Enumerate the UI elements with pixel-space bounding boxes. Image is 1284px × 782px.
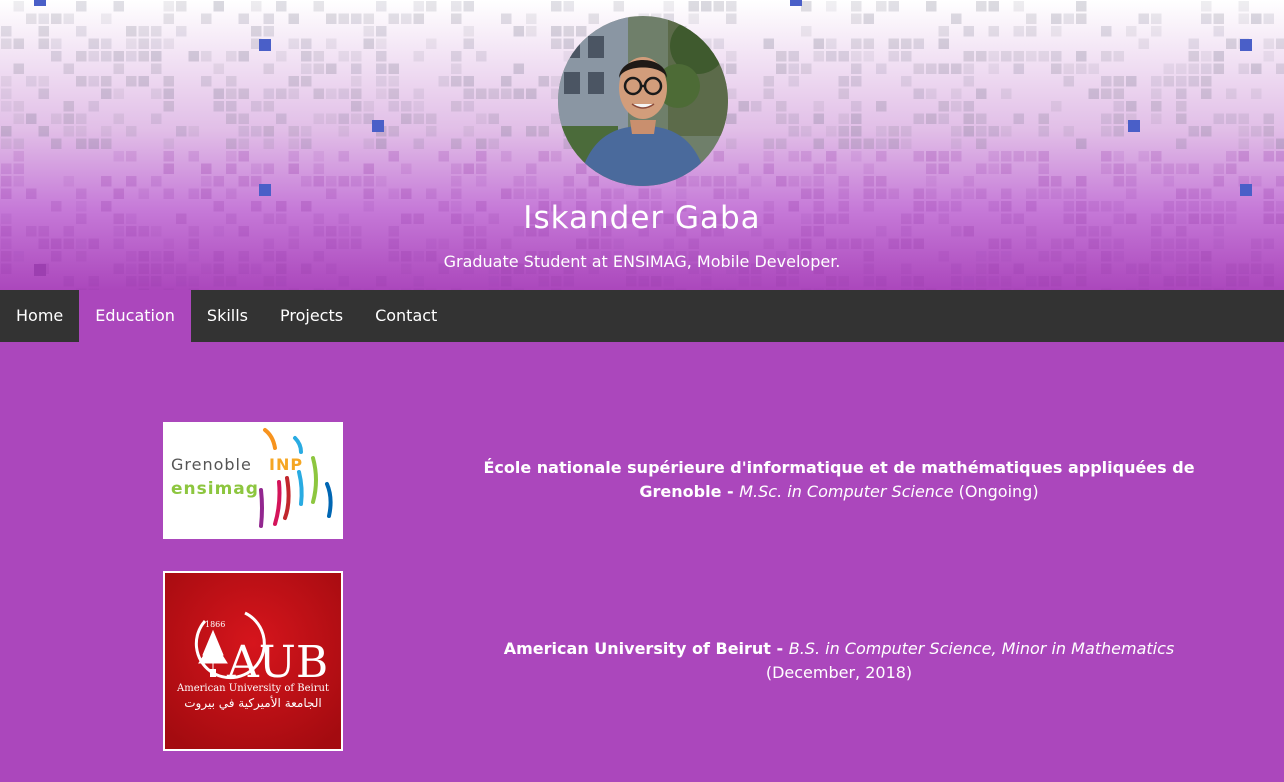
page-subtitle: Graduate Student at ENSIMAG, Mobile Deve… [443,252,841,271]
aub-logo-graphic: 1866 AUB American University of Beirut ا… [165,573,341,749]
degree: M.Sc. in Computer Science [739,482,954,501]
aub-logo-subtitle: American University of Beirut [176,683,329,694]
top-navbar: Home Education Skills Projects Contact [0,290,1284,342]
ensimag-logo-line2: ensimag [171,479,259,499]
avatar [558,16,728,186]
aub-logo-year: 1866 [205,620,225,629]
education-entry-aub: American University of Beirut - B.S. in … [464,637,1214,685]
nav-projects[interactable]: Projects [264,290,359,342]
education-entry-ensimag: École nationale supérieure d'informatiqu… [464,456,1214,504]
nav-contact[interactable]: Contact [359,290,453,342]
separator: - [770,639,789,658]
aub-logo-letters: AUB [226,637,328,688]
page-header: Iskander Gaba Graduate Student at ENSIMA… [0,0,1284,290]
aub-logo: 1866 AUB American University of Beirut ا… [163,571,343,751]
nav-education[interactable]: Education [79,290,191,342]
page-title: Iskander Gaba [523,200,761,236]
separator: - [721,482,740,501]
profile-photo [558,16,728,186]
period: (Ongoing) [953,482,1039,501]
ensimag-logo-line1: Grenoble [171,455,252,474]
nav-home[interactable]: Home [0,290,79,342]
institution-name: American University of Beirut [503,639,771,658]
ensimag-logo: Grenoble INP ensimag [163,422,343,539]
education-section: Grenoble INP ensimag École nationale sup… [0,342,1284,782]
nav-skills[interactable]: Skills [191,290,264,342]
degree: B.S. in Computer Science, Minor in Mathe… [788,639,1175,658]
ensimag-logo-graphic: Grenoble INP ensimag [171,428,333,528]
period: (December, 2018) [765,663,913,682]
aub-logo-arabic: الجامعة الأميركية في بيروت [184,695,322,711]
